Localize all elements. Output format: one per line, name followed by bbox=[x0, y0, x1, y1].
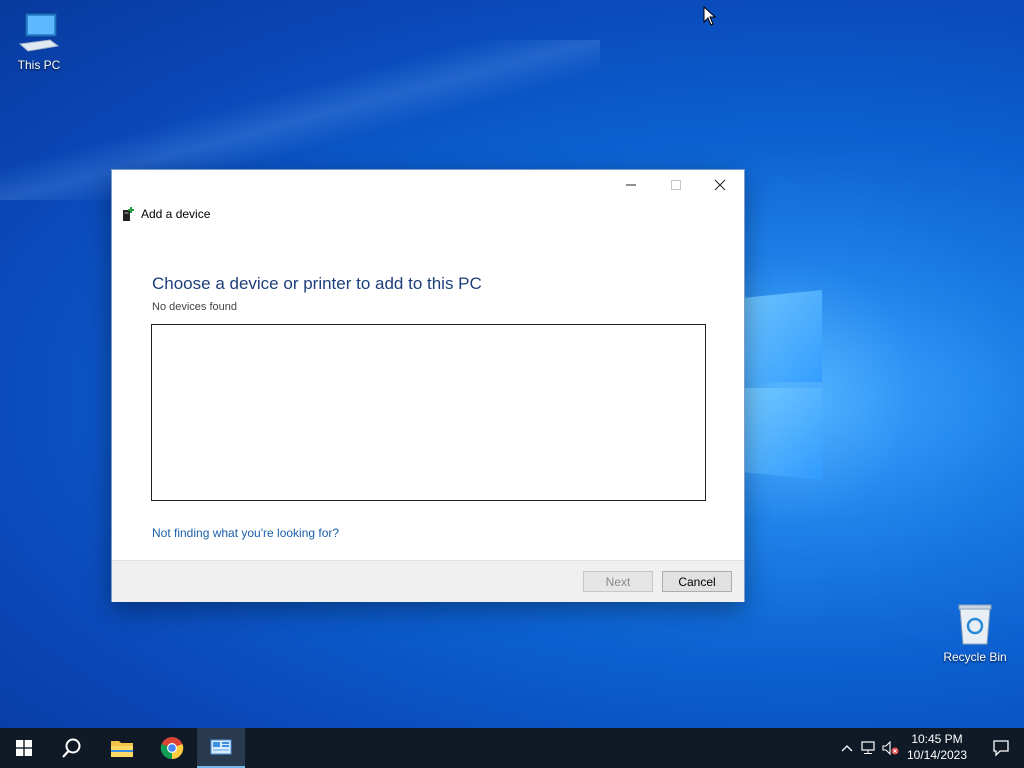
dialog-title-row: Add a device bbox=[122, 206, 210, 222]
close-icon bbox=[714, 179, 725, 191]
cancel-button[interactable]: Cancel bbox=[662, 571, 732, 592]
chevron-up-icon bbox=[841, 745, 853, 752]
action-center-button[interactable] bbox=[978, 728, 1024, 768]
volume-muted-icon bbox=[882, 741, 899, 755]
desktop-icon-this-pc[interactable]: This PC bbox=[2, 10, 76, 72]
search-icon bbox=[62, 738, 81, 758]
clock-date: 10/14/2023 bbox=[906, 748, 968, 762]
recycle-bin-icon bbox=[952, 602, 998, 648]
device-search-status: No devices found bbox=[152, 301, 237, 313]
mouse-cursor-icon bbox=[703, 5, 717, 31]
desktop-icon-label: Recycle Bin bbox=[943, 650, 1007, 664]
start-button[interactable] bbox=[0, 728, 48, 768]
network-icon bbox=[861, 741, 875, 754]
devices-app-icon bbox=[210, 739, 232, 755]
search-button[interactable] bbox=[48, 728, 96, 768]
maximize-button bbox=[653, 170, 698, 200]
dialog-title: Add a device bbox=[141, 207, 211, 221]
file-explorer-button[interactable] bbox=[98, 728, 146, 768]
volume-button[interactable] bbox=[880, 741, 902, 755]
dialog-heading: Choose a device or printer to add to thi… bbox=[152, 274, 482, 293]
computer-icon bbox=[16, 10, 62, 56]
not-finding-link[interactable]: Not finding what you're looking for? bbox=[152, 526, 339, 540]
show-hidden-icons-button[interactable] bbox=[836, 744, 858, 752]
desktop-icon-label: This PC bbox=[17, 58, 61, 72]
next-button[interactable]: Next bbox=[583, 571, 653, 592]
minimize-button[interactable] bbox=[608, 170, 653, 200]
file-explorer-icon bbox=[111, 741, 133, 757]
dialog-titlebar[interactable] bbox=[112, 170, 744, 200]
add-device-dialog: Add a device Choose a device or printer … bbox=[111, 169, 745, 602]
dialog-footer: Next Cancel bbox=[112, 560, 744, 602]
chrome-icon bbox=[160, 737, 184, 760]
maximize-icon bbox=[670, 180, 681, 190]
minimize-icon bbox=[625, 184, 636, 186]
taskbar: 10:45 PM 10/14/2023 bbox=[0, 728, 1024, 768]
start-icon bbox=[16, 740, 32, 756]
network-button[interactable] bbox=[858, 741, 880, 755]
close-button[interactable] bbox=[697, 170, 742, 200]
clock-time: 10:45 PM bbox=[911, 732, 963, 746]
action-center-icon bbox=[993, 740, 1009, 757]
add-device-icon bbox=[122, 206, 135, 222]
taskbar-clock[interactable]: 10:45 PM 10/14/2023 bbox=[902, 731, 972, 763]
devices-app-button[interactable] bbox=[197, 728, 245, 768]
desktop-icon-recycle-bin[interactable]: Recycle Bin bbox=[938, 602, 1012, 664]
system-tray bbox=[836, 728, 902, 768]
device-list[interactable] bbox=[151, 324, 706, 501]
chrome-button[interactable] bbox=[148, 728, 196, 768]
